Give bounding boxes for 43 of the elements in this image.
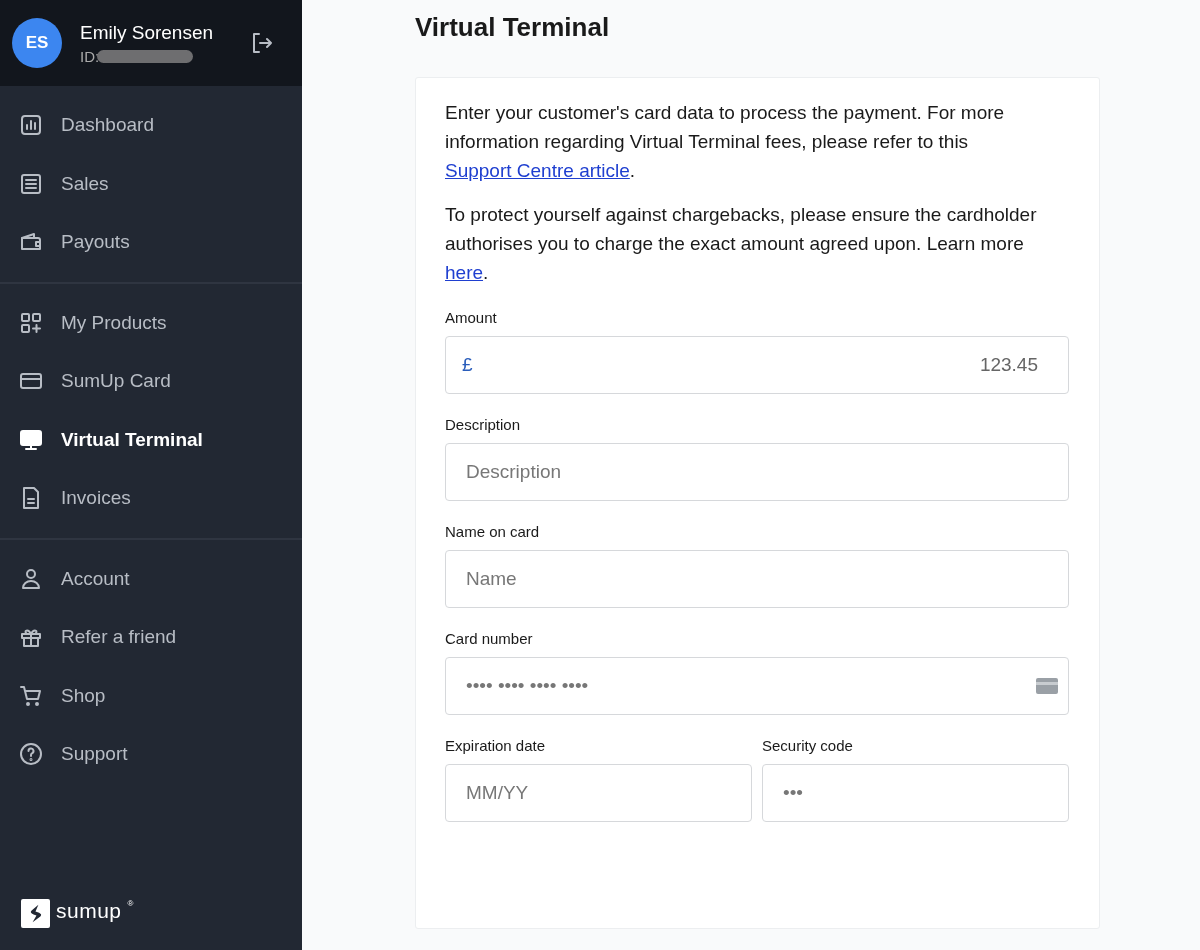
grid-plus-icon (19, 310, 43, 335)
nav-item[interactable]: SumUp Card (0, 352, 302, 411)
field-label: Expiration date (445, 737, 546, 754)
card-icon (1036, 678, 1058, 694)
nav-item[interactable]: Payouts (0, 213, 302, 272)
registered-mark: ® (127, 899, 134, 908)
id-label: ID: (80, 47, 100, 65)
field-label: Description (445, 416, 521, 433)
nav-item[interactable]: Shop (0, 666, 302, 725)
field-label: Name on card (445, 523, 540, 540)
nav-item[interactable]: Dashboard (0, 96, 302, 155)
nav-item[interactable]: Support (0, 725, 302, 784)
input-field[interactable]: MM/YY (445, 764, 752, 822)
logo-icon (21, 899, 50, 928)
page-title: Virtual Terminal (415, 12, 610, 43)
field-label: Amount (445, 309, 497, 326)
avatar: ES (12, 18, 62, 68)
info-paragraph: To protect yourself against chargebacks, please ensure the cardholder authorises you to charge the exact amount agreed upon. Learn more here. (445, 203, 1038, 285)
link[interactable]: here (445, 262, 484, 283)
nav-item[interactable]: Invoices (0, 469, 302, 528)
logout-icon[interactable] (250, 31, 274, 55)
dashboard-icon (19, 113, 43, 138)
field-label: Card number (445, 630, 533, 647)
cart-icon (19, 683, 43, 708)
nav-item[interactable]: Sales (0, 154, 302, 213)
input-field[interactable]: Name (445, 550, 1069, 608)
nav-item[interactable]: Refer a friend (0, 608, 302, 667)
info-paragraph: Enter your customer's card data to process the payment. For more information regarding Virtual Terminal fees, please refer to this Support Centre article. (445, 101, 1006, 183)
input-field[interactable]: ••• (762, 764, 1069, 822)
amount-field[interactable]: £ 123.45 (445, 336, 1069, 394)
link[interactable]: Support Centre article (445, 160, 630, 181)
list-icon (19, 171, 43, 196)
person-icon (19, 566, 43, 591)
nav-item[interactable]: My Products (0, 293, 302, 352)
card-number-field[interactable]: •••• •••• •••• •••• (445, 657, 1069, 715)
field-label: Security code (762, 737, 853, 754)
nav-item[interactable]: Virtual Terminal (0, 410, 302, 469)
input-field[interactable]: Description (445, 443, 1069, 501)
monitor-icon (19, 427, 43, 452)
nav-item[interactable]: Account (0, 549, 302, 608)
user-name: Emily Sorensen (80, 21, 215, 44)
help-icon (19, 742, 43, 767)
logo-wordmark: sumup (56, 899, 122, 923)
